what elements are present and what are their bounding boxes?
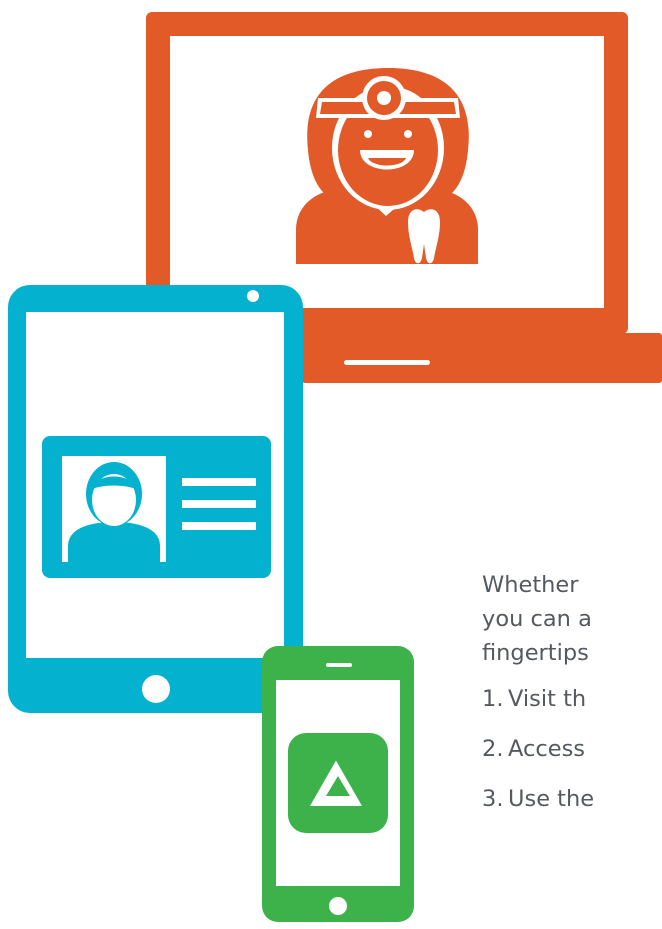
id-card-icon xyxy=(42,436,271,578)
step-item: 1. Visit th xyxy=(482,682,662,716)
intro-line-2: you can a xyxy=(482,606,592,632)
step-number: 2. xyxy=(482,736,504,762)
app-logo-icon xyxy=(288,733,388,833)
intro-line-3: fingertips xyxy=(482,640,589,666)
step-number: 3. xyxy=(482,786,504,812)
step-number: 1. xyxy=(482,686,504,712)
step-text: Use the xyxy=(508,786,595,812)
intro-copy: Whether you can a fingertips 1. Visit th … xyxy=(482,568,662,832)
steps-list: 1. Visit th 2. Access 3. Use the xyxy=(482,682,662,816)
dentist-avatar-icon xyxy=(296,68,478,264)
intro-line-1: Whether xyxy=(482,572,579,598)
step-text: Access xyxy=(508,736,586,762)
step-text: Visit th xyxy=(508,686,587,712)
step-item: 3. Use the xyxy=(482,782,662,816)
step-item: 2. Access xyxy=(482,732,662,766)
